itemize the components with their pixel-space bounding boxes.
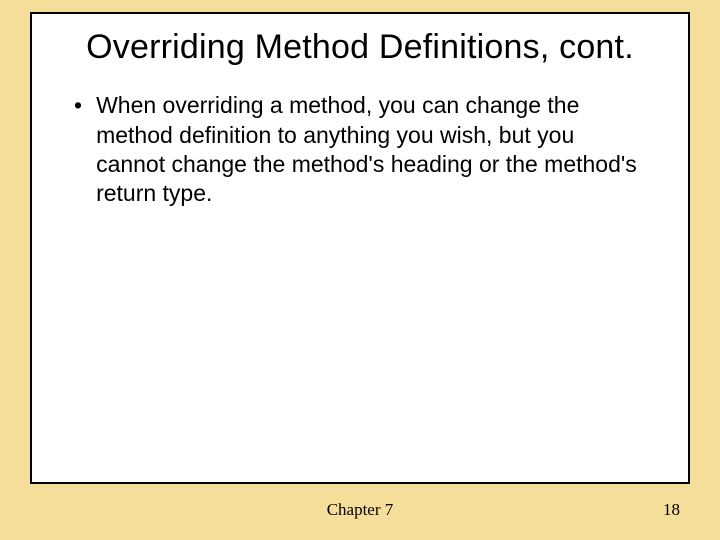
slide-title: Overriding Method Definitions, cont. (32, 14, 688, 75)
footer-page-number: 18 (663, 500, 680, 520)
slide-frame: Overriding Method Definitions, cont. • W… (30, 12, 690, 484)
bullet-marker: • (72, 91, 96, 120)
slide-footer: Chapter 7 18 (0, 500, 720, 522)
bullet-text: When overriding a method, you can change… (96, 91, 648, 209)
footer-chapter: Chapter 7 (0, 500, 720, 520)
bullet-list: • When overriding a method, you can chan… (32, 75, 688, 209)
list-item: • When overriding a method, you can chan… (72, 91, 648, 209)
